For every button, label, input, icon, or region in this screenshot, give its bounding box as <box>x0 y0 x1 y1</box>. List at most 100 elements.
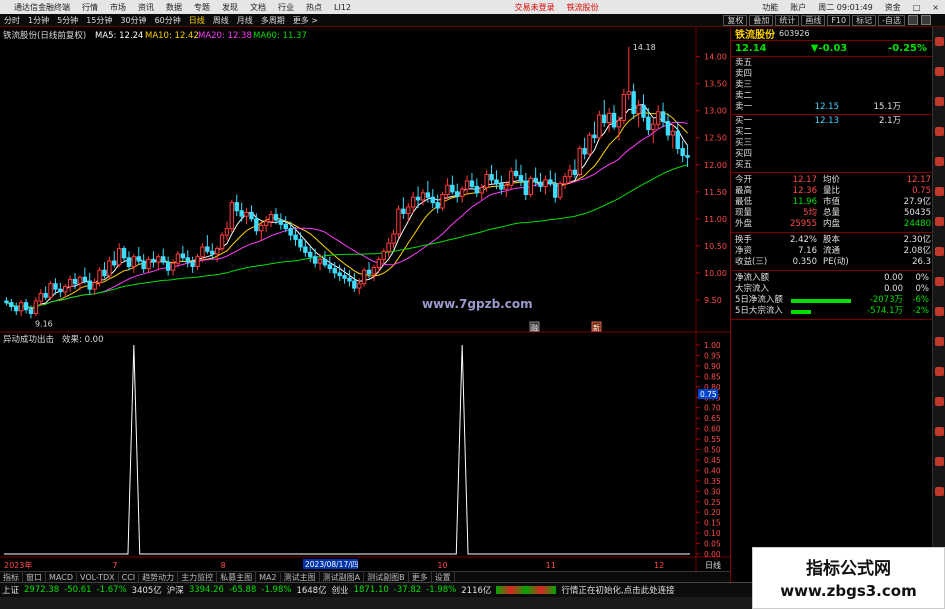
menu-function[interactable]: 功能 <box>756 2 784 13</box>
ma60-label: MA60: 11.37 <box>253 31 307 41</box>
chart-area[interactable]: 14.00 13.50 13.00 12.50 12.00 11.50 11.00 10.50… <box>0 27 730 582</box>
stock-link[interactable]: 铁流股份 <box>561 2 605 13</box>
menu-data[interactable]: 数据 <box>160 2 188 13</box>
f10-button[interactable]: F10 <box>827 14 851 26</box>
indicator-tab[interactable]: 指标 <box>0 571 23 583</box>
draw-button[interactable]: 画线 <box>801 14 826 26</box>
indicator-tab[interactable]: 测试副图B <box>364 571 409 583</box>
strip-icon[interactable] <box>935 487 944 496</box>
index-change: -37.82 <box>393 585 422 595</box>
stats-button[interactable]: 统计 <box>775 14 800 26</box>
strip-icon[interactable] <box>935 187 944 196</box>
strip-icon[interactable] <box>935 37 944 46</box>
watchlist-button[interactable]: -自选 <box>878 14 905 26</box>
index-name[interactable]: 上证 <box>2 584 19 596</box>
indicator-tab[interactable]: MA2 <box>256 572 281 582</box>
strip-icon[interactable] <box>935 277 944 286</box>
strip-icon[interactable] <box>935 157 944 166</box>
strip-icon[interactable] <box>935 457 944 466</box>
index-name[interactable]: 创业 <box>332 584 349 596</box>
candle-body <box>38 292 43 302</box>
indicator-tab[interactable]: CCI <box>119 572 140 582</box>
quote-key: 内盘 <box>823 219 841 229</box>
menu-account[interactable]: 账户 <box>784 2 812 13</box>
strip-icon[interactable] <box>935 397 944 406</box>
strip-icon[interactable] <box>935 97 944 106</box>
period-tab-5[interactable]: 60分钟 <box>151 15 185 26</box>
candle-body <box>33 300 39 314</box>
period-tab-4[interactable]: 30分钟 <box>116 15 150 26</box>
candle-body <box>484 174 489 188</box>
indicator-tab[interactable]: 私募主图 <box>217 571 257 583</box>
indicator-tab[interactable]: MACD <box>46 572 77 582</box>
strip-icon[interactable] <box>935 247 944 256</box>
strip-icon[interactable] <box>935 307 944 316</box>
period-tab-3[interactable]: 15分钟 <box>82 15 116 26</box>
menu-industry[interactable]: 行业 <box>272 2 300 13</box>
trade-login-link[interactable]: 交易未登录 <box>509 2 561 13</box>
period-tab-1[interactable]: 1分钟 <box>24 15 53 26</box>
index-name[interactable]: 沪深 <box>167 584 184 596</box>
menu-market[interactable]: 行情 <box>76 2 104 13</box>
candle-body <box>4 300 9 304</box>
menu-funds[interactable]: 资金 <box>879 2 907 13</box>
strip-icon[interactable] <box>935 337 944 346</box>
indicator-tab[interactable]: 更多 <box>409 571 432 583</box>
mark-button[interactable]: 标记 <box>852 14 877 26</box>
y-tick-label: 11.00 <box>704 215 727 224</box>
menu-discover[interactable]: 发现 <box>216 2 244 13</box>
strip-icon[interactable] <box>935 217 944 226</box>
menu-hot[interactable]: 热点 <box>300 2 328 13</box>
grid-icon[interactable] <box>908 15 918 25</box>
chart-svg[interactable]: 14.00 13.50 13.00 12.50 12.00 11.50 11.00 10.50… <box>0 27 730 582</box>
period-tab-8[interactable]: 月线 <box>233 15 257 26</box>
strip-icon[interactable] <box>935 127 944 136</box>
candle-body <box>263 221 269 226</box>
period-tab-6[interactable]: 日线 <box>185 15 209 26</box>
bid-row: 买五 <box>731 160 932 171</box>
layout-icon[interactable] <box>921 15 931 25</box>
period-tab-2[interactable]: 5分钟 <box>53 15 82 26</box>
period-tab-10[interactable]: 更多 > <box>289 15 322 26</box>
strip-icon[interactable] <box>935 427 944 436</box>
date-highlight: 2023/08/17/四 <box>305 560 358 569</box>
menu-docs[interactable]: 文档 <box>244 2 272 13</box>
quote-key: 均价 <box>823 175 841 185</box>
close-button[interactable]: × <box>926 3 945 12</box>
indicator-tab[interactable]: 测试主图 <box>281 571 320 583</box>
period-tab-0[interactable]: 分时 <box>0 15 24 26</box>
candle-body <box>190 261 195 267</box>
candle-body <box>675 130 680 150</box>
menu-market2[interactable]: 市场 <box>104 2 132 13</box>
connection-status[interactable]: 行情正在初始化,点击此处连接 <box>561 584 674 596</box>
ma5-label: MA5: 12.24 <box>95 31 143 41</box>
strip-icon[interactable] <box>935 367 944 376</box>
bid-book: 买一 12.13 2.1万 买二 买三 买四 买五 <box>731 115 932 173</box>
ask-row: 卖四 <box>731 69 932 80</box>
candle-body <box>77 276 83 285</box>
period-tab-9[interactable]: 多周期 <box>257 15 289 26</box>
y-tick-label: 14.00 <box>704 53 727 62</box>
period-toolbar: 分时 1分钟 5分钟 15分钟 30分钟 60分钟 日线 周线 月线 多周期 更… <box>0 14 945 27</box>
period-tab-7[interactable]: 周线 <box>209 15 233 26</box>
strip-icon[interactable] <box>935 67 944 76</box>
quote-val: 50435 <box>903 208 931 218</box>
indicator-tab[interactable]: 趋势动力 <box>139 571 179 583</box>
bid-price <box>769 160 839 171</box>
flow-value: 0.00 <box>884 273 903 283</box>
indicator-tab[interactable]: 窗口 <box>23 571 46 583</box>
indicator-tab[interactable]: 设置 <box>432 571 455 583</box>
maximize-button[interactable]: □ <box>907 3 927 12</box>
menu-topic[interactable]: 专题 <box>188 2 216 13</box>
indicator-tab[interactable]: VOL-TDX <box>77 572 119 582</box>
menu-li12[interactable]: LI12 <box>328 3 357 12</box>
candle-body <box>371 267 377 275</box>
indicator-tab[interactable]: 测试副图A <box>320 571 365 583</box>
indicator-tab[interactable]: 主力监控 <box>178 571 218 583</box>
candle-body <box>322 258 328 266</box>
overlay-button[interactable]: 叠加 <box>749 14 774 26</box>
adjust-button[interactable]: 复权 <box>723 14 748 26</box>
menu-news[interactable]: 资讯 <box>132 2 160 13</box>
candle-body <box>513 170 519 177</box>
sub-chart-title: 异动成功出击 <box>3 334 54 345</box>
